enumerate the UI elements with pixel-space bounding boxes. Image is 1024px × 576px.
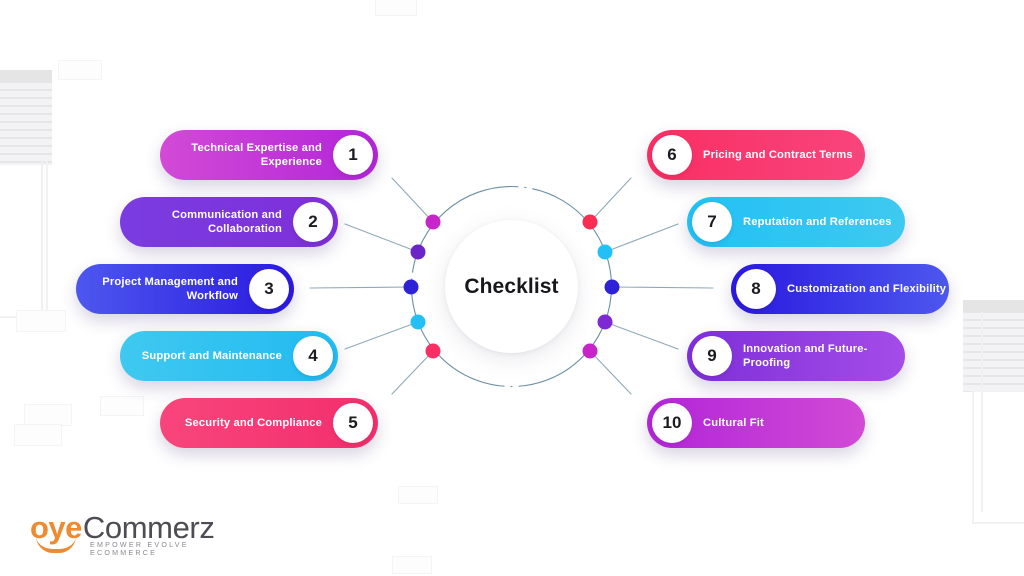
item-number-badge: 6 [652,135,692,175]
wheel-dot-1[interactable] [425,214,441,230]
item-label: Project Management and Workflow [102,276,238,302]
connector-line [344,223,419,253]
checklist-item-8[interactable]: 8 Customization and Flexibility [731,264,949,314]
item-number-badge: 4 [293,336,333,376]
connector-line [604,321,679,350]
connector-line [604,223,679,253]
checklist-item-10[interactable]: 10 Cultural Fit [647,398,865,448]
connector-line [589,350,632,395]
logo-mark: oye [30,512,82,553]
ghost-rect [16,310,66,332]
wheel-dot-6[interactable] [582,214,598,230]
item-number-badge: 5 [333,403,373,443]
wheel-dot-8[interactable] [604,279,620,295]
item-number-badge: 2 [293,202,333,242]
item-number-badge: 8 [736,269,776,309]
blind-decoration-left [0,70,52,165]
blind-decoration-right [963,300,1024,392]
window-frame-left [0,158,48,318]
ghost-rect [24,404,72,426]
item-label: Customization and Flexibility [787,283,947,295]
item-number-badge: 3 [249,269,289,309]
item-label: Support and Maintenance [141,350,282,362]
blind-head [963,300,1024,313]
wheel-dot-3[interactable] [403,279,419,295]
item-number-badge: 9 [692,336,732,376]
connector-line [391,350,434,395]
center-circle: Checklist [445,220,578,353]
wheel-dot-7[interactable] [597,244,613,260]
ghost-rect [14,424,62,446]
connector-line [309,286,412,289]
item-label: Reputation and References [743,216,892,228]
checklist-item-9[interactable]: 9 Innovation and Future-Proofing [687,331,905,381]
checklist-item-6[interactable]: 6 Pricing and Contract Terms [647,130,865,180]
item-number-badge: 7 [692,202,732,242]
item-number-badge: 10 [652,403,692,443]
window-frame-right [972,390,1024,524]
ghost-rect [100,396,144,416]
blind-slats [963,313,1024,392]
item-number-badge: 1 [333,135,373,175]
connector-line [344,321,419,350]
logo-brand-second: Commerz [82,510,215,545]
checklist-item-2[interactable]: Communication and Collaboration 2 [120,197,338,247]
wheel-dot-4[interactable] [410,314,426,330]
connector-line [391,177,434,223]
blind-slats [0,83,52,165]
wheel-dot-5[interactable] [425,343,441,359]
blind-cord-right [981,312,983,512]
connector-line [589,177,632,223]
checklist-item-7[interactable]: 7 Reputation and References [687,197,905,247]
center-label: Checklist [464,274,559,298]
logo-tagline: EMPOWER EVOLVE ECOMMERCE [90,541,189,557]
ghost-rect [392,556,432,574]
item-label: Innovation and Future-Proofing [743,343,868,369]
item-label: Security and Compliance [184,417,322,429]
checklist-item-4[interactable]: Support and Maintenance 4 [120,331,338,381]
wheel-dot-2[interactable] [410,244,426,260]
item-label: Communication and Collaboration [171,209,282,235]
ghost-rect [398,486,438,504]
smile-icon [36,536,76,553]
brand-logo: oye Commerz EMPOWER EVOLVE ECOMMERCE [30,510,215,558]
item-label: Cultural Fit [703,417,764,429]
checklist-item-1[interactable]: Technical Expertise and Experience 1 [160,130,378,180]
item-label: Technical Expertise and Experience [191,142,322,168]
blind-cord-left [41,158,43,310]
checklist-item-3[interactable]: Project Management and Workflow 3 [76,264,294,314]
item-label: Pricing and Contract Terms [703,149,853,161]
ghost-rect [375,0,417,16]
wheel-dot-10[interactable] [582,343,598,359]
infographic-canvas: Checklist Technical Expertise and Experi… [0,0,1024,576]
blind-head [0,70,52,83]
wheel-dot-9[interactable] [597,314,613,330]
checklist-item-5[interactable]: Security and Compliance 5 [160,398,378,448]
connector-line [611,286,714,289]
ghost-rect [58,60,102,80]
